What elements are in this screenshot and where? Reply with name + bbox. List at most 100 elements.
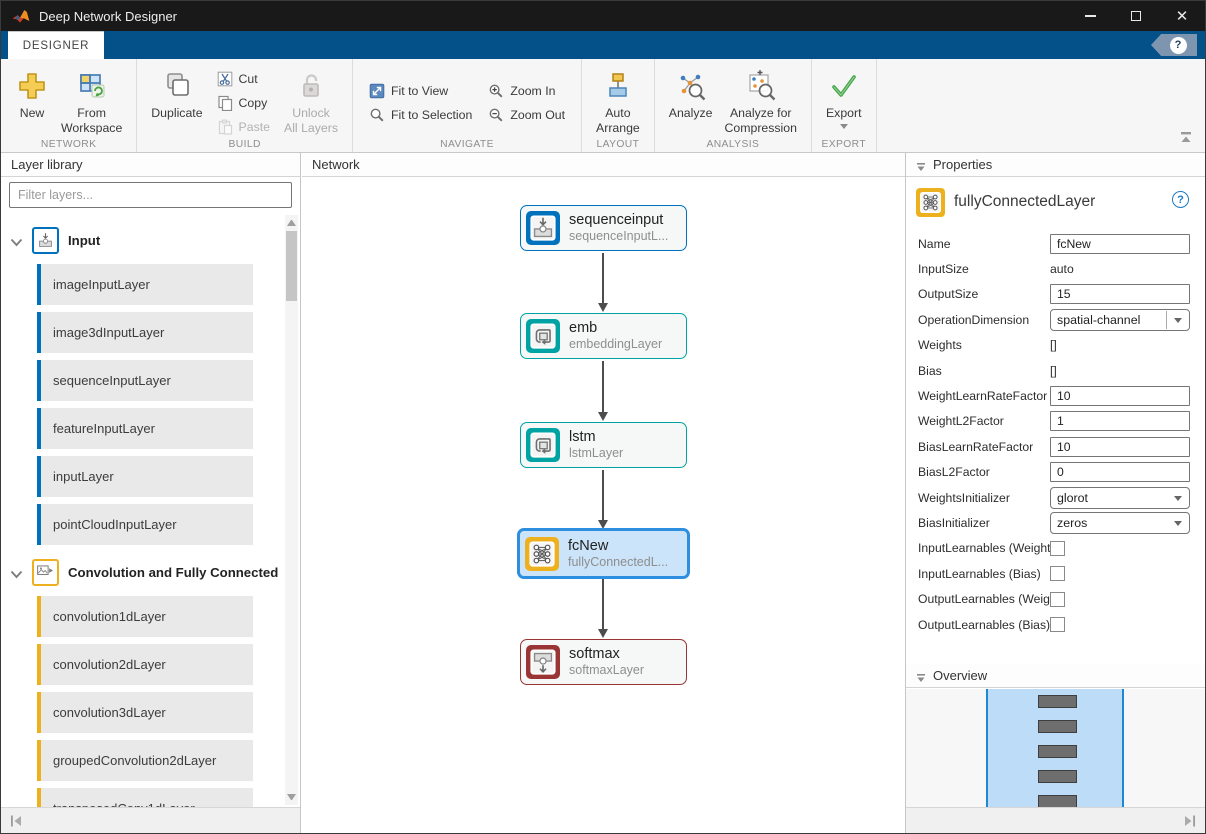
scroll-up-icon[interactable]	[287, 219, 296, 226]
minimize-button[interactable]	[1067, 1, 1113, 31]
property-control	[1050, 566, 1190, 581]
overview-minimap[interactable]	[906, 689, 1205, 809]
zoom-out-icon	[488, 107, 504, 123]
property-row-outputsize: OutputSize	[906, 282, 1205, 307]
ribbon-button-export[interactable]: Export	[820, 63, 868, 133]
minimap-node	[1038, 720, 1077, 733]
collapse-left-panel-icon[interactable]	[9, 814, 23, 828]
ribbon-button-fit-to-view[interactable]: Fit to View	[365, 79, 476, 103]
node-type: sequenceInputL...	[569, 229, 668, 244]
library-item-convolution2dlayer[interactable]: convolution2dLayer	[37, 644, 253, 685]
outputlearnables-bias-checkbox[interactable]	[1050, 617, 1065, 632]
ribbon-button-new[interactable]: New	[9, 63, 55, 125]
library-item-transposedconv1dlayer[interactable]: transposedConv1dLayer	[37, 788, 253, 807]
properties-title: Properties	[933, 157, 992, 172]
layer-node-emb[interactable]: embembeddingLayer	[520, 313, 687, 359]
layer-node-fcnew[interactable]: fcNewfullyConnectedL...	[517, 528, 690, 579]
property-label: OutputSize	[918, 287, 1050, 301]
ribbon-group-label: NETWORK	[1, 139, 136, 150]
property-control	[1050, 386, 1190, 406]
collapse-ribbon-icon[interactable]	[1179, 132, 1193, 144]
analyze-compression-icon	[745, 70, 777, 102]
arrowhead-icon	[598, 303, 608, 312]
overview-header[interactable]: Overview	[906, 664, 1205, 688]
ribbon-button-unlock-all-layers: UnlockAll Layers	[278, 63, 344, 140]
ribbon-button-auto-arrange[interactable]: AutoArrange	[590, 63, 646, 140]
layer-node-softmax[interactable]: softmaxsoftmaxLayer	[520, 639, 687, 685]
property-control	[1050, 617, 1190, 632]
ribbon-button-zoom-out[interactable]: Zoom Out	[484, 103, 569, 127]
layer-node-lstm[interactable]: lstmlstmLayer	[520, 422, 687, 468]
ribbon-button-duplicate[interactable]: Duplicate	[145, 63, 208, 125]
outputsize-input[interactable]	[1050, 284, 1190, 304]
ribbon-button-fit-to-selection[interactable]: Fit to Selection	[365, 103, 476, 127]
ribbon-button-analyze-for-compression[interactable]: Analyze forCompression	[719, 63, 803, 140]
ribbon-button-copy[interactable]: Copy	[213, 91, 274, 115]
weightl2factor-input[interactable]	[1050, 411, 1190, 431]
property-row-name: Name	[906, 231, 1205, 256]
scroll-down-icon[interactable]	[287, 794, 296, 801]
analyze-icon	[675, 70, 707, 102]
collapse-right-panel-icon[interactable]	[1183, 814, 1197, 828]
export-icon	[828, 70, 860, 102]
close-button[interactable]: ✕	[1159, 1, 1205, 31]
biasl2factor-input[interactable]	[1050, 462, 1190, 482]
operationdimension-dropdown[interactable]: spatial-channel	[1050, 309, 1190, 331]
ribbon-button-from-workspace[interactable]: FromWorkspace	[55, 63, 128, 140]
biaslearnratefactor-input[interactable]	[1050, 437, 1190, 457]
close-icon: ✕	[1176, 9, 1189, 24]
library-item-featureinputlayer[interactable]: featureInputLayer	[37, 408, 253, 449]
property-row-inputsize: InputSizeauto	[906, 256, 1205, 281]
library-section-convolution-and-fully-connected[interactable]: Convolution and Fully Connected	[1, 555, 282, 589]
library-item-pointcloudinputlayer[interactable]: pointCloudInputLayer	[37, 504, 253, 545]
inputlearnables-weights-checkbox[interactable]	[1050, 541, 1065, 556]
library-item-groupedconvolution2dlayer[interactable]: groupedConvolution2dLayer	[37, 740, 253, 781]
ribbon-button-analyze[interactable]: Analyze	[663, 63, 719, 125]
chevron-down-icon	[10, 568, 23, 577]
library-item-convolution3dlayer[interactable]: convolution3dLayer	[37, 692, 253, 733]
ribbon-button-label: Fit to View	[391, 84, 448, 98]
outputlearnables-weig-checkbox[interactable]	[1050, 592, 1065, 607]
ribbon-button-zoom-in[interactable]: Zoom In	[484, 79, 569, 103]
inputsize-value: auto	[1050, 262, 1074, 276]
biasinitializer-dropdown[interactable]: zeros	[1050, 512, 1190, 534]
inputlearnables-bias-checkbox[interactable]	[1050, 566, 1065, 581]
property-row-outputlearnables-weig: OutputLearnables (Weig...	[906, 586, 1205, 611]
property-label: InputLearnables (Weights)	[918, 541, 1050, 555]
network-title: Network	[312, 157, 360, 172]
name-input[interactable]	[1050, 234, 1190, 254]
weightsinitializer-dropdown[interactable]: glorot	[1050, 487, 1190, 509]
filter-layers-input[interactable]	[9, 182, 292, 208]
help-button[interactable]: ?	[1151, 34, 1197, 56]
ribbon-button-cut[interactable]: Cut	[213, 67, 274, 91]
library-item-convolution1dlayer[interactable]: convolution1dLayer	[37, 596, 253, 637]
minimap-node	[1038, 745, 1077, 758]
maximize-button[interactable]	[1113, 1, 1159, 31]
tab-designer[interactable]: DESIGNER	[8, 31, 104, 59]
layer-help-icon[interactable]: ?	[1172, 191, 1189, 208]
ribbon-group-label: LAYOUT	[582, 139, 654, 150]
property-row-biasl2factor: BiasL2Factor	[906, 460, 1205, 485]
library-item-image3dinputlayer[interactable]: image3dInputLayer	[37, 312, 253, 353]
property-label: InputLearnables (Bias)	[918, 567, 1050, 581]
library-item-imageinputlayer[interactable]: imageInputLayer	[37, 264, 253, 305]
ribbon-button-label: Analyze forCompression	[725, 106, 797, 136]
library-item-inputlayer[interactable]: inputLayer	[37, 456, 253, 497]
weightlearnratefactor-input[interactable]	[1050, 386, 1190, 406]
property-label: WeightL2Factor	[918, 414, 1050, 428]
properties-header[interactable]: Properties	[906, 153, 1205, 177]
node-name: sequenceinput	[569, 212, 668, 229]
network-canvas[interactable]: sequenceinputsequenceInputL... embembeddi…	[302, 178, 905, 833]
property-label: OutputLearnables (Bias)	[918, 618, 1050, 632]
library-item-sequenceinputlayer[interactable]: sequenceInputLayer	[37, 360, 253, 401]
layer-list-scrollbar[interactable]	[285, 215, 298, 805]
right-bottom-strip	[906, 807, 1205, 833]
property-control: []	[1050, 338, 1190, 352]
ribbon-group-label: NAVIGATE	[353, 139, 581, 150]
scrollbar-thumb[interactable]	[286, 231, 297, 301]
chevron-down-icon	[840, 124, 848, 129]
layer-node-sequenceinput[interactable]: sequenceinputsequenceInputL...	[520, 205, 687, 251]
property-control	[1050, 437, 1190, 457]
library-section-input[interactable]: Input	[1, 223, 282, 257]
minimap-viewport[interactable]	[986, 689, 1124, 809]
